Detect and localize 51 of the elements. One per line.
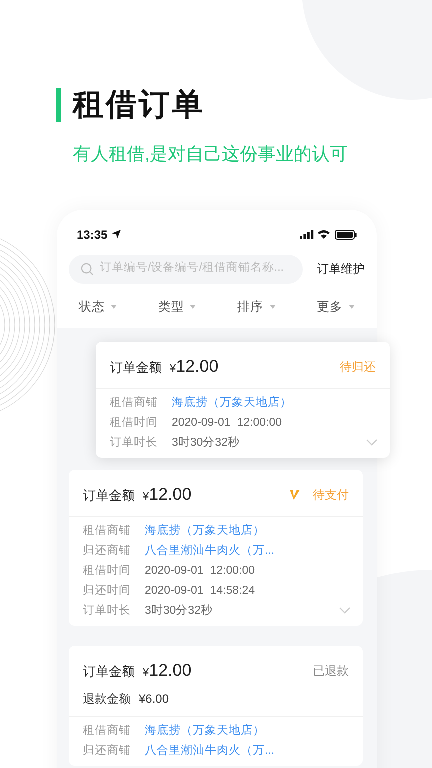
order-card[interactable]: 订单金额 ¥12.00 待支付 租借商铺 海底捞（万象天地店） 归还商铺 八合里潮汕牛肉火（万... 租借时间 2020-09-01 12:00:00 归还时间 2020-09-01 14:58:24 订单时长 3时30分32秒	[69, 470, 363, 626]
v-icon	[289, 489, 301, 502]
order-card[interactable]: 订单金额 ¥12.00 待归还 租借商铺 海底捞（万象天地店） 租借时间 2020-09-01 12:00:00 订单时长 3时30分32秒	[96, 342, 390, 458]
field-label: 归还时间	[83, 584, 132, 600]
location-arrow-icon	[112, 230, 121, 239]
dropdown-caret-icon	[190, 304, 196, 309]
battery-icon	[335, 230, 357, 240]
field-label: 订单时长	[110, 436, 159, 452]
order-amount: ¥12.00	[170, 356, 219, 378]
field-label: 租借时间	[110, 416, 159, 432]
search-icon	[81, 262, 94, 276]
amount-label: 订单金额	[110, 358, 162, 376]
page-title: 租借订单	[73, 86, 205, 124]
search-input[interactable]: 订单编号/设备编号/租借商铺名称...	[100, 260, 291, 278]
amount-label: 订单金额	[83, 486, 135, 504]
filter-dropdown[interactable]: 类型	[158, 298, 196, 316]
field-label: 租借商铺	[83, 524, 132, 540]
field-label: 订单时长	[83, 604, 132, 620]
order-status: 已退款	[313, 663, 349, 680]
order-status: 待支付	[313, 487, 349, 504]
field-label: 租借商铺	[110, 396, 159, 412]
status-time: 13:35	[77, 226, 108, 244]
refund-label: 退款金额	[83, 691, 131, 708]
signal-icon	[300, 230, 314, 239]
dropdown-caret-icon	[111, 304, 117, 309]
refund-amount: ¥6.00	[139, 691, 170, 708]
filter-dropdown[interactable]: 更多	[316, 298, 355, 316]
field-value: 3时30分32秒	[172, 436, 240, 452]
order-amount: ¥12.00	[143, 660, 192, 682]
field-label: 归还商铺	[83, 744, 132, 760]
field-label: 归还商铺	[83, 544, 132, 560]
field-value: 3时30分32秒	[145, 604, 213, 620]
chevron-down-icon[interactable]	[366, 439, 378, 446]
filter-dropdown[interactable]: 排序	[238, 298, 276, 316]
search-field[interactable]: 订单编号/设备编号/租借商铺名称...	[69, 254, 303, 284]
page-subtitle: 有人租借,是对自己这份事业的认可	[73, 142, 350, 166]
filter-dropdown[interactable]: 状态	[79, 298, 117, 316]
title-accent-bar	[56, 88, 61, 122]
dropdown-caret-icon	[348, 304, 355, 309]
order-status: 待归还	[340, 359, 376, 376]
dropdown-caret-icon	[270, 304, 276, 309]
field-value: 2020-09-01 12:00:00	[145, 564, 255, 580]
amount-label: 订单金额	[83, 662, 135, 680]
field-label: 租借商铺	[83, 724, 132, 740]
field-label: 租借时间	[83, 564, 132, 580]
field-value: 2020-09-01 12:00:00	[172, 416, 282, 432]
order-amount: ¥12.00	[143, 484, 192, 506]
chevron-down-icon[interactable]	[339, 607, 351, 614]
wifi-icon	[318, 230, 330, 239]
field-value: 2020-09-01 14:58:24	[145, 584, 255, 600]
order-maintenance-button[interactable]: 订单维护	[317, 260, 365, 278]
